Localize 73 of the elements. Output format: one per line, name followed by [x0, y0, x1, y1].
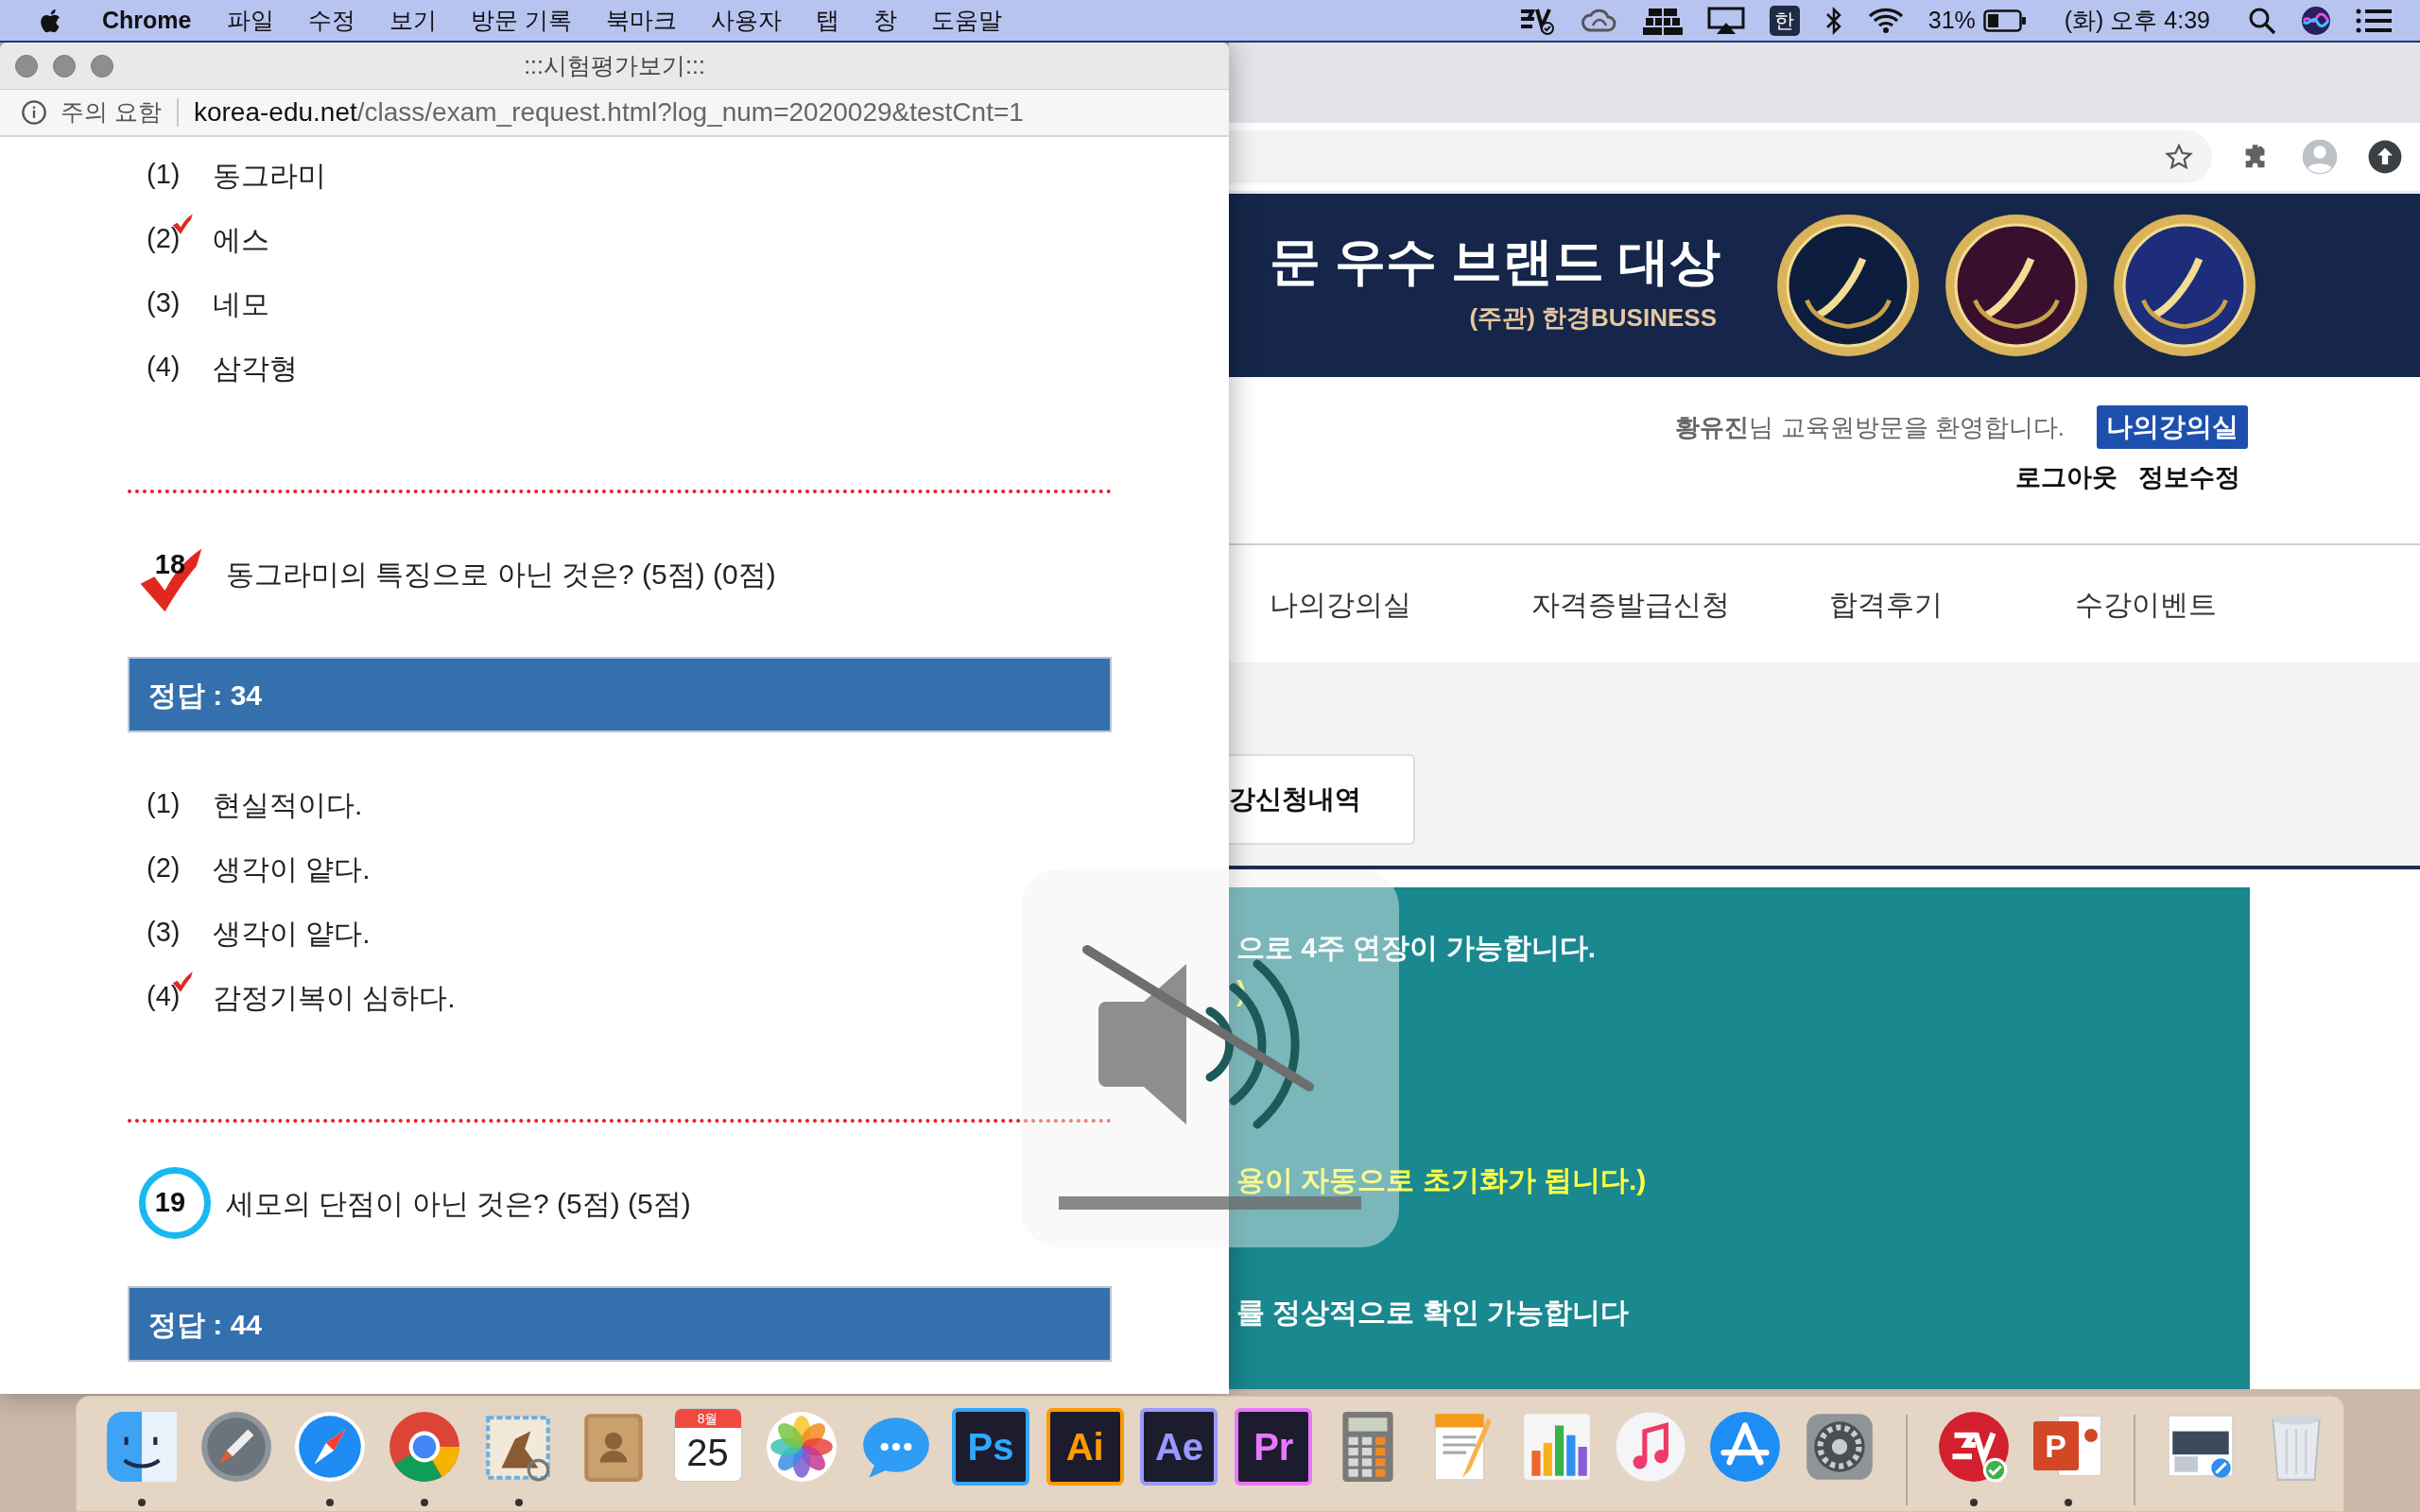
menu-item[interactable]: 수정: [308, 2, 356, 39]
medal-icon: [1943, 212, 2090, 359]
banner-subtitle: (주관) 한경BUSINESS: [1469, 301, 1717, 334]
option-text: 에스: [213, 222, 269, 257]
menu-item[interactable]: 도움말: [931, 2, 1003, 39]
info-icon[interactable]: [21, 99, 47, 126]
menu-item[interactable]: 사용자: [711, 2, 783, 39]
question-text: 동그라미의 특징으로 아닌 것은? (5점) (0점): [226, 557, 776, 592]
menu-clock[interactable]: (화) 오후 4:39: [2064, 2, 2210, 39]
input-source-indicator[interactable]: 한: [1769, 5, 1800, 36]
menu-item[interactable]: 창: [873, 2, 898, 39]
welcome-message: 황유진님 교육원방문을 환영합니다.: [1675, 411, 2065, 443]
option-number: (1): [147, 788, 181, 819]
url-text[interactable]: korea-edu.net/class/exam_request.html?log_num=2020029&testCnt=1: [193, 93, 1024, 132]
bluetooth-icon[interactable]: [1824, 5, 1843, 36]
banner-title: 문 우수 브랜드 대상: [1270, 234, 1720, 286]
airplay-icon[interactable]: [1706, 6, 1745, 35]
search-icon[interactable]: [2248, 6, 2276, 35]
option-text: 생각이 얕다.: [213, 916, 371, 951]
tab-card-label: 강신청내역: [1229, 783, 1361, 816]
menu-item[interactable]: 파일: [227, 2, 275, 39]
window-control[interactable]: [15, 55, 38, 77]
app-icon[interactable]: Ai: [1046, 1408, 1124, 1486]
option-number: (4): [147, 981, 181, 1012]
battery-icon[interactable]: [1982, 9, 2027, 32]
siri-icon[interactable]: [2301, 5, 2331, 36]
answer-text: 정답 : 44: [148, 1307, 263, 1342]
option-text: 동그라미: [213, 158, 326, 193]
window-control[interactable]: [53, 55, 76, 77]
option-number: (1): [147, 159, 181, 190]
header-link[interactable]: 정보수정: [2138, 458, 2240, 497]
classroom-button[interactable]: 나의강의실: [2097, 405, 2248, 449]
calendar-icon[interactable]: 8월 25: [673, 1408, 742, 1482]
stack-icon[interactable]: [1642, 6, 1683, 35]
option-text: 감정기복이 심하다.: [213, 980, 456, 1015]
notice-text: 률 정상적으로 확인 가능합니다: [1236, 1296, 1630, 1330]
menu-item[interactable]: 방문 기록: [471, 2, 573, 39]
question-number: 18: [154, 548, 186, 582]
list-icon[interactable]: [2356, 7, 2392, 34]
battery-percentage[interactable]: 31%: [1927, 2, 1976, 39]
option-text: 현실적이다.: [213, 787, 363, 822]
window-title: :::시험평가보기:::: [524, 50, 705, 80]
option-number: (3): [147, 287, 181, 318]
nav-link[interactable]: 수강이벤트: [2075, 588, 2217, 620]
menu-item[interactable]: 보기: [389, 2, 438, 39]
wifi-icon[interactable]: [1867, 6, 1904, 35]
option-number: (2): [147, 223, 181, 254]
nav-link[interactable]: 나의강의실: [1270, 588, 1411, 620]
app-icon[interactable]: Ae: [1140, 1408, 1219, 1486]
header-link[interactable]: 로그아웃: [2015, 458, 2118, 497]
update-icon[interactable]: [2367, 139, 2403, 175]
star-icon[interactable]: [2165, 143, 2193, 171]
question-text: 세모의 단점이 아닌 것은? (5점) (5점): [226, 1186, 691, 1221]
menu-item[interactable]: 북마크: [606, 2, 678, 39]
window-control[interactable]: [91, 55, 113, 77]
question-number: 19: [154, 1186, 186, 1220]
menu-item[interactable]: 탭: [816, 2, 840, 39]
answer-text: 정답 : 34: [148, 678, 263, 713]
option-number: (2): [147, 852, 181, 884]
app-menu[interactable]: Chrome: [102, 2, 192, 39]
option-text: 삼각형: [213, 351, 298, 386]
app-icon[interactable]: Ps: [951, 1408, 1029, 1486]
option-number: (4): [147, 352, 181, 383]
nav-link[interactable]: 자격증발급신청: [1531, 588, 1730, 620]
option-number: (3): [147, 917, 181, 948]
app-icon[interactable]: Pr: [1235, 1408, 1313, 1486]
security-label[interactable]: 주의 요함: [60, 94, 162, 130]
option-text: 네모: [213, 286, 269, 321]
medal-icon: [2111, 212, 2258, 359]
tab-card[interactable]: 강신청내역: [1229, 754, 1415, 845]
medal-icon: [1774, 212, 1922, 359]
option-text: 생각이 얕다.: [213, 851, 371, 886]
nav-link[interactable]: 합격후기: [1829, 588, 1943, 620]
